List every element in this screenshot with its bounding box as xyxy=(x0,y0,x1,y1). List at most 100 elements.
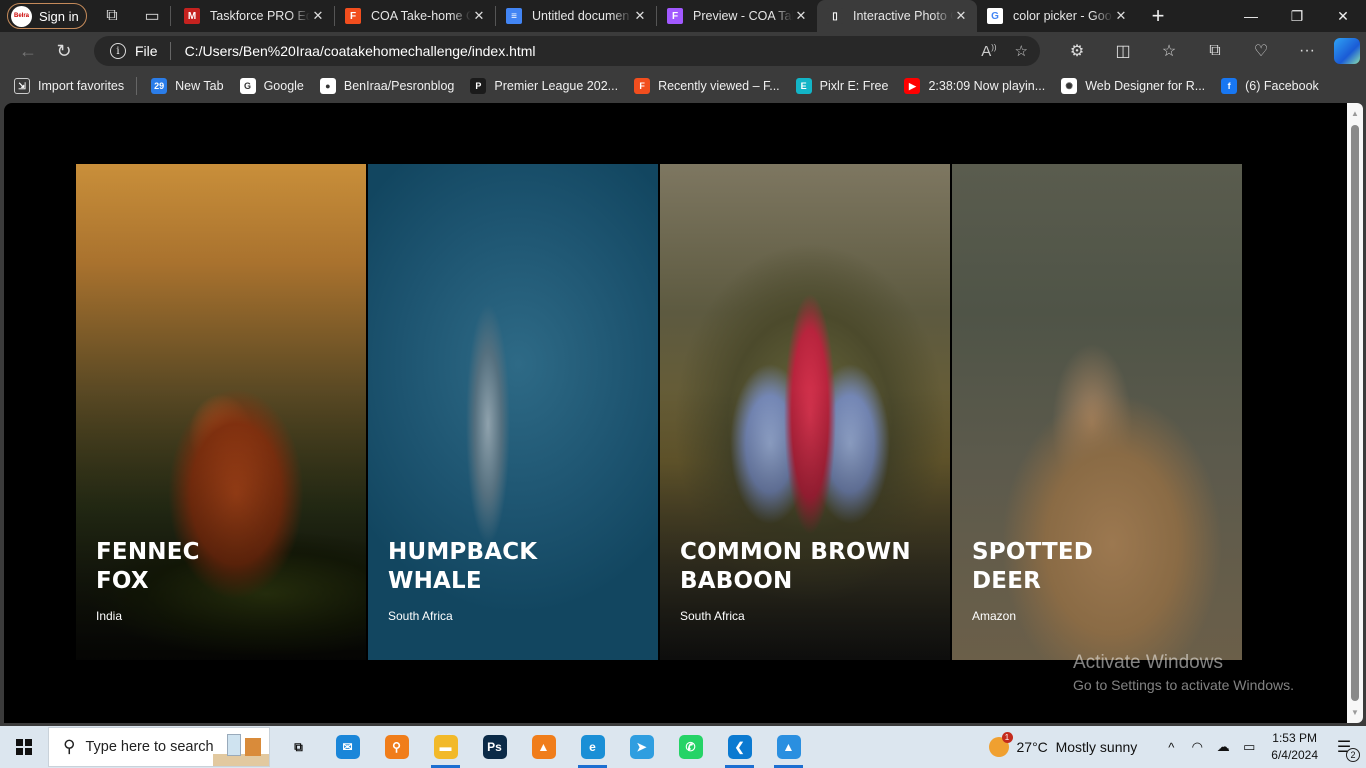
scroll-up-arrow-icon[interactable]: ▲ xyxy=(1350,109,1360,118)
edge-icon: e xyxy=(580,735,605,759)
favorite-item[interactable]: F Recently viewed – F... xyxy=(634,78,780,94)
windows-taskbar: ⚲ Type here to search ⧉ ✉ ⚲ ▬ Ps ▲ e ➤ ✆ ❮ ▲ 1 27°… xyxy=(0,726,1366,768)
back-button[interactable]: ← xyxy=(10,35,46,67)
taskbar-app-edge[interactable]: e xyxy=(568,726,617,768)
tab-5[interactable]: Gcolor picker - Goo ✕ xyxy=(977,0,1137,32)
tab-actions-icon[interactable]: ▭ xyxy=(137,1,167,31)
taskbar-app-telegram[interactable]: ➤ xyxy=(617,726,666,768)
browser-essentials-icon[interactable]: ♡ xyxy=(1238,35,1284,67)
search-highlight-image xyxy=(213,728,269,766)
refresh-button[interactable]: ↻ xyxy=(46,35,82,67)
favorite-item[interactable]: 29 New Tab xyxy=(151,78,224,94)
card-title: HUMPBACK WHALE xyxy=(388,539,538,594)
page-viewport: FENNEC FOX India HUMPBACK WHALE South Afri… xyxy=(4,103,1350,723)
start-button[interactable] xyxy=(0,726,48,768)
profile-button[interactable]: BeIra Sign in xyxy=(7,3,87,29)
taskbar-search[interactable]: ⚲ Type here to search xyxy=(48,727,270,767)
restore-button[interactable]: ❐ xyxy=(1274,0,1320,32)
clock-time: 1:53 PM xyxy=(1272,731,1317,745)
window-controls: — ❐ ✕ xyxy=(1228,0,1366,32)
read-aloud-icon[interactable]: A)) xyxy=(981,43,996,60)
more-menu-icon[interactable]: ··· xyxy=(1284,35,1330,67)
info-icon[interactable]: i xyxy=(110,43,126,59)
tab-2[interactable]: ≡ Untitled documen ✕ xyxy=(496,0,656,32)
tab-4[interactable]: ▯ Interactive Photo G ✕ xyxy=(817,0,977,32)
tab-3[interactable]: F Preview - COA Tak ✕ xyxy=(657,0,817,32)
address-bar[interactable]: i File C:/Users/Ben%20Iraa/coatakehomech… xyxy=(94,36,1040,66)
notifications-icon[interactable]: ☰ 2 xyxy=(1332,735,1360,762)
google-docs-icon: ≡ xyxy=(506,8,522,24)
favorites-icon[interactable]: ☆ xyxy=(1146,35,1192,67)
url-text[interactable]: C:/Users/Ben%20Iraa/coatakehomechallenge… xyxy=(185,43,536,59)
close-tab-icon[interactable]: ✕ xyxy=(310,8,326,24)
favorite-item[interactable]: f (6) Facebook xyxy=(1221,78,1319,94)
toolbar: ⚙ ◫ ☆ ⧉ ♡ ··· xyxy=(1054,35,1360,67)
new-tab-button[interactable]: + xyxy=(1141,1,1175,31)
favorite-label: 2:38:09 Now playin... xyxy=(928,79,1046,93)
taskbar-app-vlc[interactable]: ▲ xyxy=(519,726,568,768)
youtube-icon: ▶ xyxy=(904,78,921,94)
wifi-icon[interactable]: ◠ xyxy=(1185,739,1209,755)
favorite-item[interactable]: ▶ 2:38:09 Now playin... xyxy=(904,78,1045,94)
favorite-item[interactable]: P Premier League 202... xyxy=(470,78,618,94)
favorite-label: Premier League 202... xyxy=(494,79,619,93)
task-view-icon: ⧉ xyxy=(294,739,303,754)
battery-icon[interactable]: ▭ xyxy=(1237,739,1261,755)
close-tab-icon[interactable]: ✕ xyxy=(953,8,969,24)
network-error-icon[interactable]: ☁ xyxy=(1211,739,1235,755)
favorite-item[interactable]: ⇲ Import favorites xyxy=(14,78,124,94)
close-window-button[interactable]: ✕ xyxy=(1320,0,1366,32)
tab-title: Interactive Photo G xyxy=(853,9,953,23)
copilot-icon[interactable] xyxy=(1334,38,1360,64)
vertical-scrollbar[interactable]: ▲ ▼ xyxy=(1347,103,1363,723)
photo-gallery: FENNEC FOX India HUMPBACK WHALE South Afri… xyxy=(76,164,1242,660)
show-hidden-icons-chevron-icon[interactable]: ^ xyxy=(1159,740,1183,755)
favorite-item[interactable]: ● BenIraa/Pesronblog xyxy=(319,78,455,94)
vscode-icon: ❮ xyxy=(727,735,752,759)
close-tab-icon[interactable]: ✕ xyxy=(1113,8,1129,24)
taskbar-app-mail[interactable]: ✉ xyxy=(323,726,372,768)
workspaces-icon[interactable]: ⧉ xyxy=(97,1,127,31)
activate-windows-watermark: Activate Windows Go to Settings to activ… xyxy=(1073,652,1294,693)
close-tab-icon[interactable]: ✕ xyxy=(632,8,648,24)
telegram-icon: ➤ xyxy=(629,735,654,759)
taskbar-app-photos[interactable]: ▲ xyxy=(764,726,813,768)
taskbar-app-vscode[interactable]: ❮ xyxy=(715,726,764,768)
close-tab-icon[interactable]: ✕ xyxy=(471,8,487,24)
profile-label: Sign in xyxy=(39,8,79,24)
taskbar-app-task-view[interactable]: ⧉ xyxy=(274,726,323,768)
tab-list: M Taskforce PRO Edit ✕ F COA Take-home C ✕ ≡ Un… xyxy=(174,0,1137,32)
split-screen-icon[interactable]: ◫ xyxy=(1100,35,1146,67)
tab-title: Untitled documen xyxy=(532,9,630,23)
collections-icon[interactable]: ⧉ xyxy=(1192,35,1238,67)
scroll-down-arrow-icon[interactable]: ▼ xyxy=(1350,708,1360,717)
taskbar-app-whatsapp[interactable]: ✆ xyxy=(666,726,715,768)
favorite-label: BenIraa/Pesronblog xyxy=(343,79,455,93)
gallery-card-humpback-whale[interactable]: HUMPBACK WHALE South Africa xyxy=(368,164,658,660)
scrollbar-thumb[interactable] xyxy=(1351,125,1359,701)
weather-widget[interactable]: 1 27°C Mostly sunny xyxy=(988,732,1137,757)
minimize-button[interactable]: — xyxy=(1228,0,1274,32)
favorite-item[interactable]: ✺ Web Designer for R... xyxy=(1061,78,1205,94)
gallery-card-fennec-fox[interactable]: FENNEC FOX India xyxy=(76,164,366,660)
gallery-card-spotted-deer[interactable]: SPOTTED DEER Amazon xyxy=(952,164,1242,660)
close-tab-icon[interactable]: ✕ xyxy=(793,8,809,24)
taskbar-app-file-explorer[interactable]: ▬ xyxy=(421,726,470,768)
extensions-icon[interactable]: ⚙ xyxy=(1054,35,1100,67)
favorite-item[interactable]: E Pixlr E: Free xyxy=(795,78,888,94)
favorite-item[interactable]: G Google xyxy=(239,78,304,94)
system-tray: 1 27°C Mostly sunny ^ ◠ ☁ ▭ 1:53 PM 6/4/… xyxy=(988,726,1366,768)
favorite-star-icon[interactable]: ☆ xyxy=(1015,42,1028,60)
taskbar-app-search-app[interactable]: ⚲ xyxy=(372,726,421,768)
clock[interactable]: 1:53 PM 6/4/2024 xyxy=(1271,730,1318,764)
search-icon: ⚲ xyxy=(63,737,76,756)
google-icon: G xyxy=(239,78,256,94)
tab-1[interactable]: F COA Take-home C ✕ xyxy=(335,0,495,32)
gallery-card-common-brown-baboon[interactable]: COMMON BROWN BABOON South Africa xyxy=(660,164,950,660)
divider xyxy=(136,77,138,95)
pixlr-icon: E xyxy=(795,78,812,94)
taskbar-app-photoshop[interactable]: Ps xyxy=(470,726,519,768)
tab-title: COA Take-home C xyxy=(371,9,471,23)
tab-0[interactable]: M Taskforce PRO Edit ✕ xyxy=(174,0,334,32)
taskbar-apps: ⧉ ✉ ⚲ ▬ Ps ▲ e ➤ ✆ ❮ ▲ xyxy=(274,726,813,768)
